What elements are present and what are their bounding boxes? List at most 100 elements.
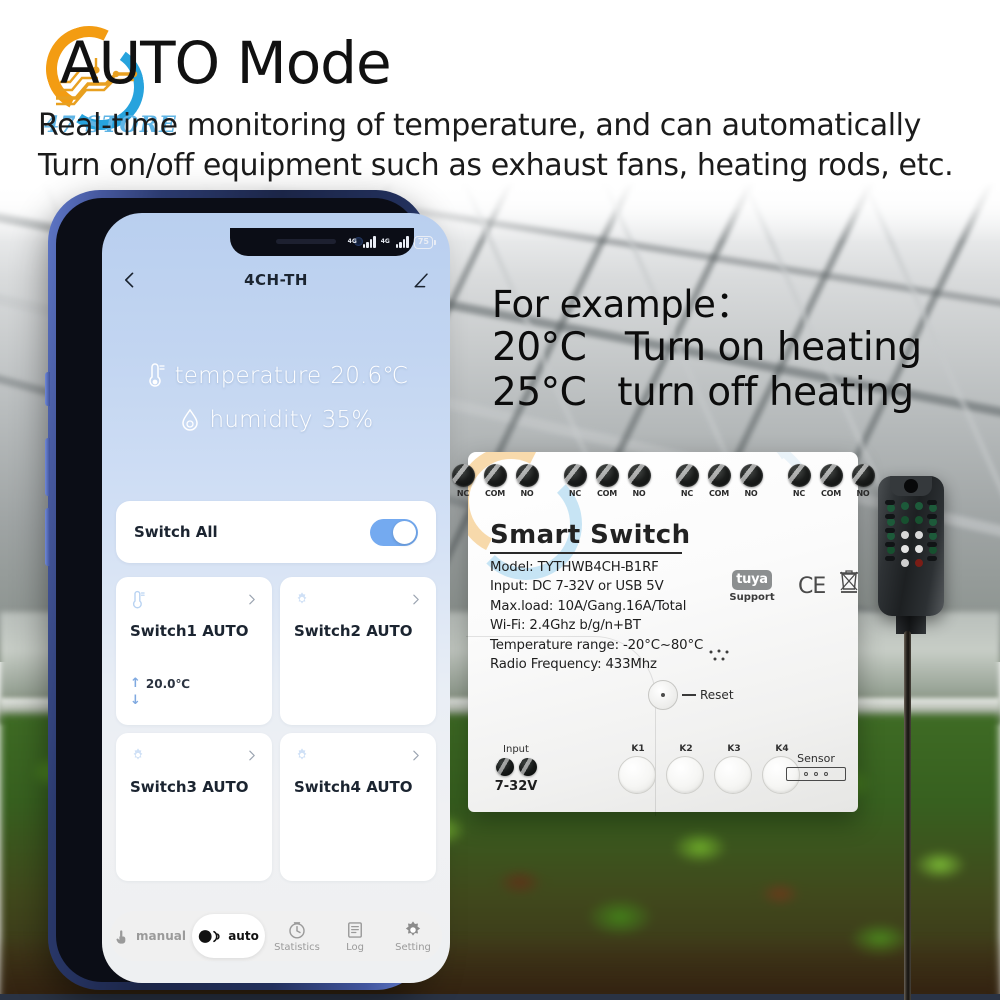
sensor-port-label: Sensor bbox=[797, 752, 835, 765]
phone-bezel: 4G 4G 75 4CH-TH temperature 20.6℃ humidi… bbox=[56, 198, 450, 983]
switch-all-row[interactable]: Switch All bbox=[116, 501, 436, 563]
nav-item-log-label: Log bbox=[346, 941, 364, 953]
app-header: 4CH-TH bbox=[102, 259, 450, 301]
terminal-no[interactable]: NO bbox=[738, 464, 764, 512]
mode-manual-label: manual bbox=[136, 929, 186, 943]
switch-all-toggle[interactable] bbox=[370, 518, 418, 546]
signal-bars-icon-1 bbox=[362, 236, 376, 248]
input-voltage-label: 7-32V bbox=[494, 779, 538, 794]
screw-icon bbox=[563, 464, 587, 487]
sensor-port-socket[interactable] bbox=[786, 767, 846, 781]
toggle-knob bbox=[393, 520, 416, 544]
terminal-label: COM bbox=[484, 489, 506, 498]
terminal-label: NO bbox=[744, 489, 758, 498]
terminal-label: NC bbox=[680, 489, 694, 498]
sensor-readouts: temperature 20.6℃ humidity 35% bbox=[102, 363, 450, 433]
mode-manual-button[interactable]: manual bbox=[113, 914, 186, 958]
phone-volume-down-button[interactable] bbox=[45, 508, 50, 566]
probe-housing bbox=[878, 476, 944, 616]
nav-item-statistics[interactable]: Statistics bbox=[268, 920, 326, 953]
hand-pointer-icon bbox=[116, 929, 126, 944]
app-title: 4CH-TH bbox=[244, 271, 308, 289]
spec-wifi: Wi-Fi: 2.4Ghz b/g/n+BT bbox=[490, 618, 641, 634]
device-title: Smart Switch bbox=[490, 520, 691, 550]
terminal-label: COM bbox=[596, 489, 618, 498]
terminal-label: NO bbox=[520, 489, 534, 498]
mode-auto-button[interactable]: auto bbox=[192, 914, 265, 958]
reset-control[interactable]: Reset bbox=[648, 680, 734, 710]
switch-card-1-label: Switch1 AUTO bbox=[130, 622, 249, 640]
terminal-nc[interactable]: NC bbox=[786, 464, 812, 512]
auto-sensor-icon bbox=[198, 929, 220, 943]
example-line-2: 20°C Turn on heating bbox=[492, 325, 922, 371]
chevron-right-icon[interactable] bbox=[245, 593, 258, 606]
screw-icon bbox=[515, 464, 539, 487]
terminal-no[interactable]: NO bbox=[850, 464, 876, 512]
example-callout: For example： 20°C Turn on heating 25°C t… bbox=[492, 283, 962, 415]
terminal-nc[interactable]: NC bbox=[562, 464, 588, 512]
screw-icon bbox=[675, 464, 699, 487]
phone-volume-up-button[interactable] bbox=[45, 438, 50, 496]
input-screw-negative[interactable] bbox=[518, 758, 537, 776]
limit-low-row: ↓ bbox=[130, 692, 190, 709]
terminal-no[interactable]: NO bbox=[626, 464, 652, 512]
page-header: AUTO Mode 47 STORE Real-time monitoring … bbox=[0, 0, 1000, 183]
chevron-left-icon[interactable] bbox=[120, 270, 140, 290]
key-k1-button[interactable] bbox=[618, 756, 656, 794]
phone-mute-button[interactable] bbox=[45, 372, 50, 406]
switch-card-2[interactable]: Switch2 AUTO bbox=[280, 577, 436, 725]
terminal-label: NC bbox=[792, 489, 806, 498]
crossed-out-wheelie-bin-icon bbox=[840, 570, 858, 593]
key-k2-button[interactable] bbox=[666, 756, 704, 794]
smart-switch-device: NC COM NO NC COM NO NC COM NO NC COM NO … bbox=[451, 452, 875, 816]
phone-screen[interactable]: 4G 4G 75 4CH-TH temperature 20.6℃ humidi… bbox=[102, 213, 450, 983]
gear-icon bbox=[405, 920, 421, 936]
mode-switch: manual auto bbox=[110, 911, 268, 961]
reset-label: Reset bbox=[700, 688, 734, 702]
terminal-com[interactable]: COM bbox=[482, 464, 508, 512]
screw-icon bbox=[707, 464, 731, 487]
input-screw-positive[interactable] bbox=[495, 758, 514, 776]
pencil-icon[interactable] bbox=[412, 270, 432, 290]
phone-mockup: 4G 4G 75 4CH-TH temperature 20.6℃ humidi… bbox=[18, 190, 450, 1000]
screw-icon bbox=[787, 464, 811, 487]
chevron-right-icon[interactable] bbox=[409, 593, 422, 606]
terminal-nc[interactable]: NC bbox=[450, 464, 476, 512]
terminal-nc[interactable]: NC bbox=[674, 464, 700, 512]
nav-item-setting[interactable]: Setting bbox=[384, 920, 442, 953]
limit-high-row: ↑ 20.0℃ bbox=[130, 675, 190, 692]
reset-button[interactable] bbox=[648, 680, 678, 710]
relay-terminal-row: NC COM NO NC COM NO NC COM NO NC COM NO bbox=[451, 464, 875, 512]
nav-item-statistics-label: Statistics bbox=[274, 941, 320, 953]
chevron-right-icon[interactable] bbox=[245, 749, 258, 762]
screw-icon bbox=[483, 464, 507, 487]
terminal-label: COM bbox=[820, 489, 842, 498]
terminal-com[interactable]: COM bbox=[706, 464, 732, 512]
terminal-group-1: NC COM NO bbox=[450, 464, 540, 512]
terminal-com[interactable]: COM bbox=[594, 464, 620, 512]
subtitle-line-1: Real-time monitoring of temperature, and… bbox=[38, 108, 921, 143]
switch-card-4[interactable]: Switch4 AUTO bbox=[280, 733, 436, 881]
switch-card-3-label: Switch3 AUTO bbox=[130, 778, 249, 796]
manual-key-row: K1 K2 K3 K4 bbox=[618, 744, 802, 794]
switch-card-3[interactable]: Switch3 AUTO bbox=[116, 733, 272, 881]
battery-tip bbox=[434, 239, 436, 245]
probe-strain-relief bbox=[896, 616, 926, 634]
thermometer-icon bbox=[148, 363, 165, 387]
terminal-label: NO bbox=[632, 489, 646, 498]
terminal-com[interactable]: COM bbox=[818, 464, 844, 512]
terminal-label: NC bbox=[456, 489, 470, 498]
switch-card-1[interactable]: Switch1 AUTO ↑ 20.0℃ ↓ bbox=[116, 577, 272, 725]
nav-item-log[interactable]: Log bbox=[326, 920, 384, 953]
stopwatch-icon bbox=[289, 921, 305, 939]
screw-icon bbox=[851, 464, 875, 487]
input-label: Input bbox=[503, 744, 529, 755]
key-k1-wrap: K1 bbox=[618, 744, 658, 794]
terminal-no[interactable]: NO bbox=[514, 464, 540, 512]
chevron-right-icon[interactable] bbox=[409, 749, 422, 762]
switch-card-4-label: Switch4 AUTO bbox=[294, 778, 413, 796]
arrow-down-icon: ↓ bbox=[130, 693, 141, 708]
screw-icon bbox=[627, 464, 651, 487]
limit-high-value: 20.0℃ bbox=[145, 676, 191, 691]
key-k3-button[interactable] bbox=[714, 756, 752, 794]
